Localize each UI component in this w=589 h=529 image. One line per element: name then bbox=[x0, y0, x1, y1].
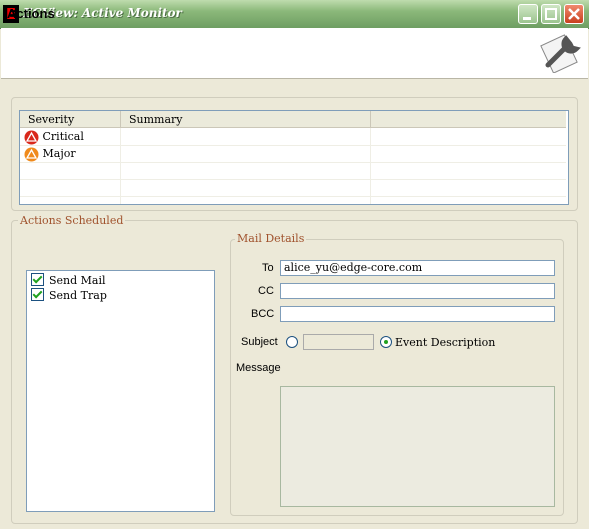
minimize-icon bbox=[523, 17, 531, 20]
header bbox=[1, 28, 588, 79]
minimize-button[interactable] bbox=[518, 4, 538, 24]
table-row[interactable]: Major bbox=[20, 145, 566, 163]
list-item-label: Send Mail bbox=[49, 274, 106, 287]
subject-label: Subject bbox=[241, 336, 278, 348]
event-description-radio[interactable] bbox=[380, 336, 392, 348]
major-icon bbox=[24, 147, 39, 161]
event-description-label[interactable]: Event Description bbox=[395, 336, 495, 349]
to-field[interactable]: alice_yu@edge-core.com bbox=[280, 260, 555, 276]
severity-label: Major bbox=[42, 147, 76, 160]
actions-scheduled-legend: Actions Scheduled bbox=[18, 214, 126, 227]
subject-radio[interactable] bbox=[286, 336, 298, 348]
severity-cell: Critical bbox=[24, 128, 84, 145]
to-label: To bbox=[262, 262, 274, 274]
table-row bbox=[20, 179, 566, 197]
page-title: Actions bbox=[7, 6, 55, 21]
bcc-label: BCC bbox=[251, 308, 275, 320]
mail-details-legend: Mail Details bbox=[235, 232, 307, 245]
close-button[interactable] bbox=[564, 4, 584, 24]
table-row bbox=[20, 162, 566, 180]
maximize-button[interactable] bbox=[541, 4, 561, 24]
bcc-field[interactable] bbox=[280, 306, 555, 322]
column-header-summary[interactable]: Summary bbox=[120, 111, 370, 128]
list-item-send-mail[interactable]: Send Mail bbox=[31, 273, 106, 287]
list-item-label: Send Trap bbox=[49, 289, 107, 302]
column-header-extra[interactable] bbox=[370, 111, 566, 128]
cc-field[interactable] bbox=[280, 283, 555, 299]
subject-field[interactable] bbox=[303, 334, 374, 350]
critical-icon bbox=[24, 130, 39, 144]
cc-label: CC bbox=[258, 285, 274, 297]
actions-list: Send Mail Send Trap bbox=[26, 270, 215, 512]
severity-table: Severity Summary Critical Major bbox=[19, 110, 569, 205]
message-label: Message bbox=[236, 362, 281, 374]
severity-label: Critical bbox=[42, 130, 84, 143]
severity-cell: Major bbox=[24, 145, 76, 162]
column-header-severity[interactable]: Severity bbox=[20, 111, 120, 128]
message-textarea[interactable] bbox=[280, 386, 555, 507]
send-trap-checkbox[interactable] bbox=[31, 288, 44, 301]
send-mail-checkbox[interactable] bbox=[31, 273, 44, 286]
wrench-document-icon bbox=[540, 34, 581, 73]
table-row[interactable]: Critical bbox=[20, 128, 566, 146]
close-icon bbox=[568, 8, 580, 20]
maximize-icon bbox=[545, 8, 557, 20]
list-item-send-trap[interactable]: Send Trap bbox=[31, 288, 107, 302]
